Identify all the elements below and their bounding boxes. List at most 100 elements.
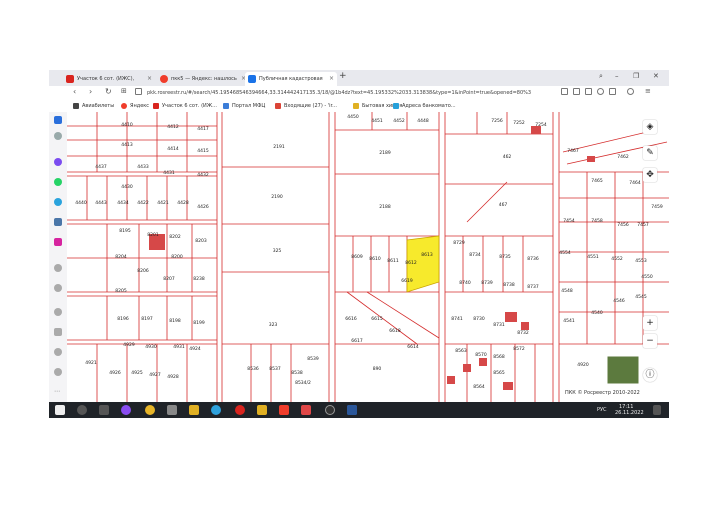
parcel-label[interactable]: 8204 (115, 254, 127, 260)
parcel-label[interactable]: 4550 (641, 274, 653, 280)
search-tabs-icon[interactable]: ⌕ (599, 72, 603, 81)
parcel-label[interactable]: 8734 (469, 252, 481, 258)
parcel-label[interactable]: 4451 (371, 118, 383, 124)
parcel-label[interactable]: 4410 (121, 122, 133, 128)
parcel-label[interactable]: 4541 (563, 318, 575, 324)
account-icon[interactable] (627, 88, 634, 95)
parcel-label[interactable]: 6616 (345, 316, 357, 322)
parcel-label[interactable]: 4448 (417, 118, 429, 124)
settings-icon[interactable] (54, 368, 62, 376)
parcel-label[interactable]: 462 (503, 154, 512, 160)
parcel-label[interactable]: 7467 (567, 148, 579, 154)
parcel-label[interactable]: 4421 (157, 200, 169, 206)
yandex-browser-icon[interactable] (279, 405, 289, 415)
bookmark-yandex[interactable]: Яндекс (121, 102, 149, 110)
bookmark-mfc[interactable]: Портал МФЦ (223, 102, 265, 110)
menu-icon[interactable]: ≡ (645, 87, 651, 95)
locate-icon[interactable]: ✥ (643, 168, 657, 182)
parcel-label[interactable]: 4925 (131, 370, 143, 376)
parcel-label[interactable]: 8536 (247, 366, 259, 372)
browser-icon[interactable] (167, 405, 177, 415)
minimize-icon[interactable]: – (615, 72, 619, 80)
parcel-label[interactable]: 2190 (271, 194, 283, 200)
heart-icon[interactable] (597, 88, 604, 95)
parcel-label[interactable]: 890 (373, 366, 382, 372)
parcel-label[interactable]: 8610 (369, 256, 381, 262)
parcel-label[interactable]: 4422 (137, 200, 149, 206)
parcel-label[interactable]: 7256 (491, 118, 503, 124)
parcel-label[interactable]: 8731 (493, 322, 505, 328)
parcel-label[interactable]: 4415 (197, 148, 209, 154)
parcel-label[interactable]: 8611 (387, 258, 399, 264)
bookmark-inbox[interactable]: Входящие (27) - 'ir... (275, 102, 337, 110)
speed-dial-icon[interactable]: ⊞ (121, 87, 127, 95)
parcel-label[interactable]: 4553 (635, 258, 647, 264)
parcel-label[interactable]: 4413 (121, 142, 133, 148)
parcel-label[interactable]: 4548 (561, 288, 573, 294)
zoom-in-button[interactable]: + (643, 316, 657, 330)
parcel-label[interactable]: 8739 (481, 280, 493, 286)
player-icon[interactable] (54, 264, 62, 272)
parcel-label[interactable]: 4921 (85, 360, 97, 366)
bookmark-uchastok[interactable]: Участок 6 сот. (ИЖ... (153, 102, 217, 110)
parcel-label[interactable]: 8534/2 (295, 380, 311, 386)
shield-icon[interactable] (573, 88, 580, 95)
parcel-label[interactable]: 2191 (273, 144, 285, 150)
parcel-label[interactable]: 4437 (95, 164, 107, 170)
home-icon[interactable] (54, 116, 62, 124)
search-icon[interactable] (77, 405, 87, 415)
parcel-label[interactable]: 8609 (351, 254, 363, 260)
parcel-label[interactable]: 8735 (499, 254, 511, 260)
instagram-icon[interactable] (54, 238, 62, 246)
parcel-label[interactable]: 4554 (559, 250, 571, 256)
parcel-label[interactable]: 8205 (115, 288, 127, 294)
parcel-label[interactable]: 4433 (137, 164, 149, 170)
parcel-label[interactable]: 7252 (513, 120, 525, 126)
parcel-label[interactable]: 8563 (455, 348, 467, 354)
tab-avito[interactable]: Участок 6 сот. (ИЖС), × (63, 72, 155, 86)
windows-start-icon[interactable] (55, 405, 65, 415)
parcel-label[interactable]: 8612 (405, 260, 417, 266)
lock-icon[interactable] (135, 88, 142, 95)
parcel-label[interactable]: 6619 (401, 278, 413, 284)
parcel-label[interactable]: 8206 (137, 268, 149, 274)
parcel-label[interactable]: 8196 (117, 316, 129, 322)
history-icon[interactable] (54, 308, 62, 316)
parcel-label[interactable]: 8570 (475, 352, 487, 358)
parcel-label[interactable]: 4431 (163, 170, 175, 176)
close-icon[interactable]: × (147, 72, 152, 86)
close-window-icon[interactable]: ✕ (653, 72, 659, 80)
new-tab-icon[interactable]: + (339, 71, 347, 81)
notification-icon[interactable] (653, 405, 661, 415)
parcel-label[interactable]: 8539 (307, 356, 319, 362)
parcel-label[interactable]: 7464 (629, 180, 641, 186)
parcel-label[interactable]: 8200 (171, 254, 183, 260)
parcel-label[interactable]: 4414 (167, 146, 179, 152)
word-icon[interactable] (347, 405, 357, 415)
parcel-label[interactable]: 4450 (347, 114, 359, 120)
camera-icon[interactable] (561, 88, 568, 95)
screenshot-icon[interactable] (585, 88, 592, 95)
parcel-label[interactable]: 8740 (459, 280, 471, 286)
url-field[interactable]: pkk.rosreestr.ru/#/search/45.19546854639… (147, 88, 557, 98)
info-icon[interactable]: ⓘ (643, 368, 657, 382)
parcel-label[interactable]: 8732 (517, 330, 529, 336)
parcel-label[interactable]: 7456 (617, 222, 629, 228)
parcel-label[interactable]: 325 (273, 248, 282, 254)
parcel-label[interactable]: 4930 (145, 344, 157, 350)
parcel-label[interactable]: 323 (269, 322, 278, 328)
tab-yandex[interactable]: пкк5 — Яндекс: нашлось × (157, 72, 249, 86)
parcel-label[interactable]: 4552 (611, 256, 623, 262)
parcel-label[interactable]: 4430 (121, 184, 133, 190)
close-icon[interactable]: × (329, 72, 334, 86)
parcel-label[interactable]: 8737 (527, 284, 539, 290)
parcel-label[interactable]: 2189 (379, 150, 391, 156)
parcel-label[interactable]: 8238 (193, 276, 205, 282)
parcel-label[interactable]: 8198 (169, 318, 181, 324)
messenger-icon[interactable] (54, 158, 62, 166)
parcel-label[interactable]: 7457 (637, 222, 649, 228)
back-icon[interactable]: ‹ (73, 87, 76, 96)
bookmark-arrow-icon[interactable] (54, 132, 62, 140)
parcel-label[interactable]: 8568 (493, 354, 505, 360)
bookmark-atm[interactable]: Адреса банкомато... (393, 102, 456, 110)
